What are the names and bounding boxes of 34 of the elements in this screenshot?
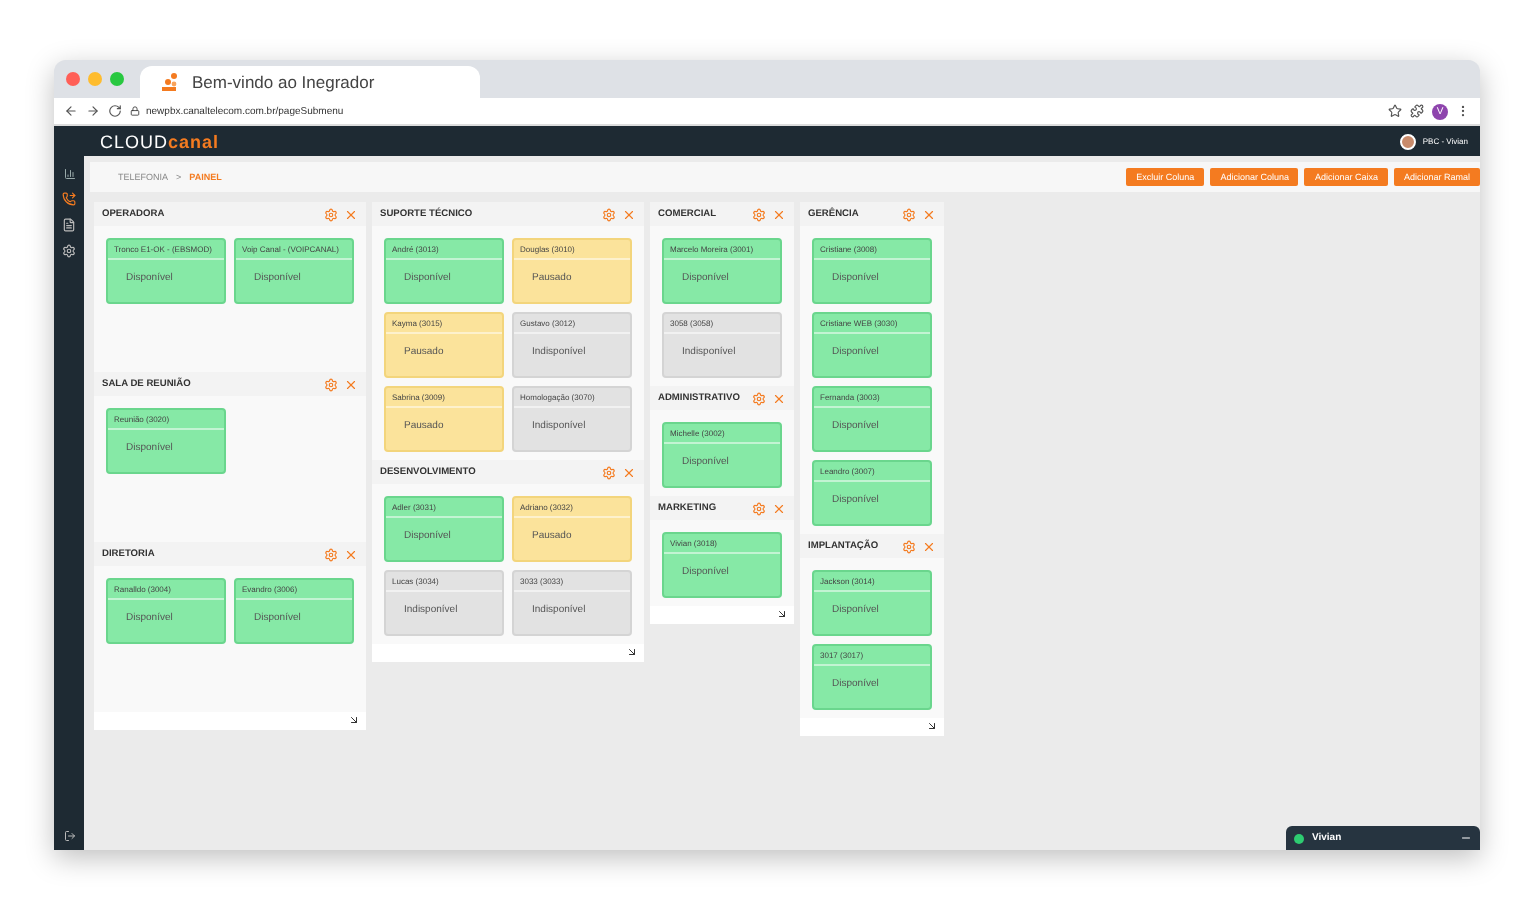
- logo-icon: [160, 72, 180, 92]
- maximize-window-button[interactable]: [110, 72, 124, 86]
- phone-icon[interactable]: [62, 192, 76, 206]
- resize-icon[interactable]: [776, 608, 788, 620]
- close-window-button[interactable]: [66, 72, 80, 86]
- close-icon[interactable]: [772, 501, 786, 515]
- close-icon[interactable]: [772, 207, 786, 221]
- logout-icon[interactable]: [63, 830, 75, 842]
- back-icon[interactable]: [64, 104, 78, 118]
- browser-tab[interactable]: Bem-vindo ao Inegrador: [140, 66, 480, 98]
- close-icon[interactable]: [922, 207, 936, 221]
- settings-icon[interactable]: [62, 244, 76, 258]
- close-icon[interactable]: [622, 465, 636, 479]
- close-icon[interactable]: [922, 539, 936, 553]
- minimize-icon[interactable]: [1460, 832, 1472, 844]
- resize-icon[interactable]: [926, 720, 938, 732]
- user-avatar[interactable]: [1400, 133, 1417, 149]
- star-icon[interactable]: [1388, 104, 1402, 118]
- lock-icon: [130, 106, 140, 116]
- close-icon[interactable]: [772, 391, 786, 405]
- logo: CLOUDcanal: [100, 131, 222, 151]
- close-icon[interactable]: [344, 547, 358, 561]
- chart-icon[interactable]: [63, 168, 75, 180]
- forward-icon[interactable]: [86, 104, 100, 118]
- reload-icon[interactable]: [108, 104, 122, 118]
- menu-icon[interactable]: [1456, 104, 1470, 118]
- document-icon[interactable]: [62, 218, 76, 232]
- extensions-icon[interactable]: [1410, 104, 1424, 118]
- close-icon[interactable]: [344, 377, 358, 391]
- minimize-window-button[interactable]: [88, 72, 102, 86]
- resize-icon[interactable]: [626, 646, 638, 658]
- resize-icon[interactable]: [348, 714, 360, 726]
- close-icon[interactable]: [344, 207, 358, 221]
- close-icon[interactable]: [622, 207, 636, 221]
